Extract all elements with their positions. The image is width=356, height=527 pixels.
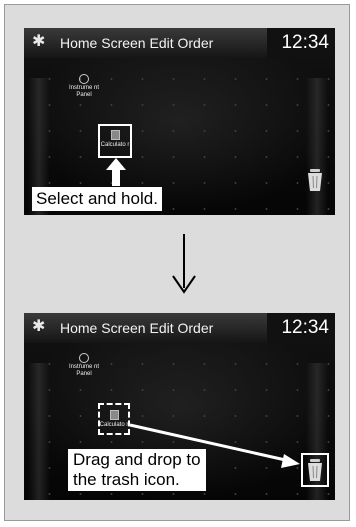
app-label: Calculato r [100,142,130,148]
title-bar: ✱ Home Screen Edit Order 12:34 [24,313,335,343]
home-screen-edit-after: ✱ Home Screen Edit Order 12:34 Instrume … [24,313,335,500]
clock: 12:34 [267,28,335,58]
screen-title: Home Screen Edit Order [60,35,214,51]
calculator-icon [110,130,120,140]
up-arrow-icon [106,158,126,186]
trash-icon[interactable] [306,168,324,192]
app-label: Instrume nt Panel [68,85,99,98]
gear-icon[interactable]: ✱ [32,318,48,334]
clock: 12:34 [267,313,335,343]
down-arrow-icon [172,234,196,294]
callout-line: the trash icon. [73,470,180,489]
title-bar: ✱ Home Screen Edit Order 12:34 [24,28,335,58]
light-streak [306,78,328,215]
home-screen-edit-before: ✱ Home Screen Edit Order 12:34 Instrume … [24,28,335,215]
gear-icon[interactable]: ✱ [32,33,48,49]
app-calculator[interactable]: Calculato r [95,130,135,149]
instruction-callout: Drag and drop to the trash icon. [68,449,206,491]
app-instrument-panel[interactable]: Instrume nt Panel [64,74,104,99]
gauge-icon [79,74,89,84]
screen-title: Home Screen Edit Order [60,320,214,336]
instruction-callout: Select and hold. [32,187,162,211]
trash-icon[interactable] [306,458,324,482]
callout-line: Drag and drop to [73,450,201,469]
